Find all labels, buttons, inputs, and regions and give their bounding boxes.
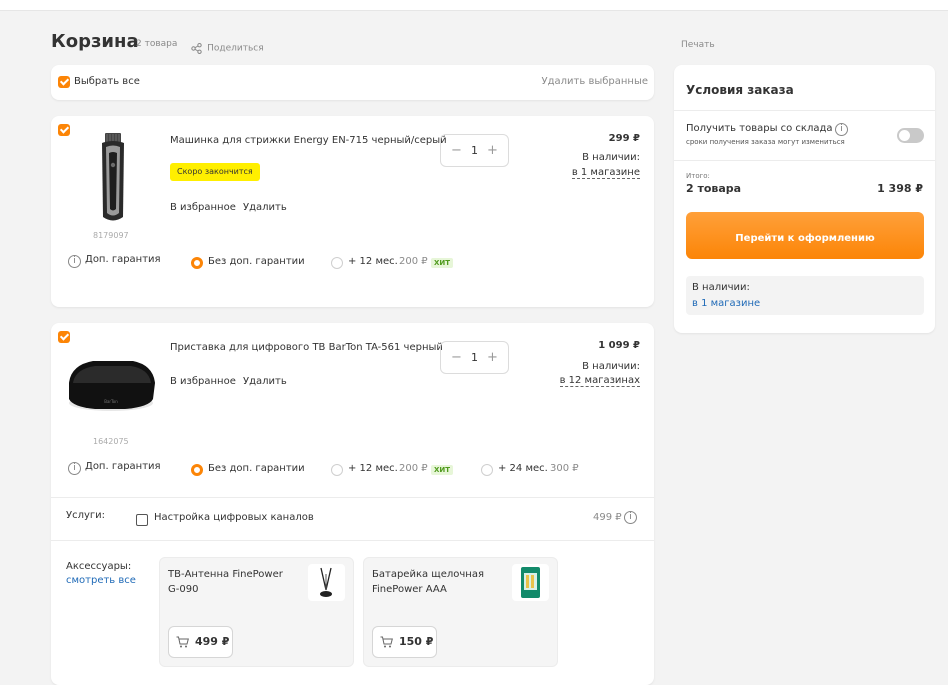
info-icon[interactable]: i bbox=[68, 462, 81, 475]
warranty-radio-none[interactable] bbox=[191, 257, 203, 269]
product-image-tv-box[interactable]: BarTon bbox=[65, 357, 157, 415]
select-all-bar: Выбрать все Удалить выбранные bbox=[51, 65, 654, 100]
accessory-price: 499 ₽ bbox=[195, 635, 230, 648]
add-accessory-to-cart-button[interactable]: 499 ₽ bbox=[168, 626, 233, 658]
item-checkbox[interactable] bbox=[58, 124, 70, 136]
stock-stores-link[interactable]: в 1 магазине bbox=[571, 167, 640, 179]
warranty-price-24: 300 ₽ bbox=[550, 463, 579, 474]
checkout-label[interactable]: Перейти к оформлению bbox=[735, 233, 874, 244]
print-link[interactable]: Печать bbox=[681, 40, 715, 50]
warehouse-label: Получить товары со склада bbox=[686, 123, 833, 134]
warranty-radio-12[interactable] bbox=[331, 257, 343, 269]
item-checkbox[interactable] bbox=[58, 331, 70, 343]
warranty-radio-none[interactable] bbox=[191, 464, 203, 476]
item-price: 299 ₽ bbox=[608, 133, 640, 144]
minus-icon[interactable]: − bbox=[451, 350, 462, 365]
add-accessory-to-cart-button[interactable]: 150 ₽ bbox=[372, 626, 437, 658]
delete-item-link[interactable]: Удалить bbox=[243, 376, 287, 387]
item-count: 2 товара bbox=[136, 39, 178, 49]
top-bar bbox=[0, 0, 948, 11]
warranty-option-24[interactable]: + 24 мес. bbox=[498, 463, 548, 474]
info-icon[interactable]: i bbox=[624, 511, 637, 524]
minus-icon[interactable]: − bbox=[451, 143, 462, 158]
warranty-option-12[interactable]: + 12 мес. bbox=[348, 256, 398, 267]
divider bbox=[51, 540, 654, 541]
hit-badge: ХИТ bbox=[431, 258, 454, 268]
product-image-clipper[interactable] bbox=[96, 131, 130, 225]
share-button[interactable]: Поделиться bbox=[191, 38, 264, 57]
stock-label: В наличии: bbox=[582, 152, 640, 163]
plus-icon[interactable]: + bbox=[487, 350, 498, 365]
info-icon[interactable]: i bbox=[68, 255, 81, 268]
accessory-image-battery[interactable] bbox=[512, 564, 549, 601]
accessory-price: 150 ₽ bbox=[399, 635, 434, 648]
divider bbox=[674, 160, 935, 161]
plus-icon[interactable]: + bbox=[487, 143, 498, 158]
warehouse-toggle[interactable] bbox=[897, 128, 924, 143]
warranty-label: Доп. гарантия bbox=[85, 461, 161, 472]
accessory-card[interactable]: ТВ-Антенна FinePower G-090 499 ₽ bbox=[159, 557, 354, 667]
warranty-label: Доп. гарантия bbox=[85, 254, 161, 265]
warranty-option-none[interactable]: Без доп. гарантии bbox=[208, 463, 305, 474]
stock-stores-link[interactable]: в 1 магазине bbox=[692, 298, 760, 309]
share-icon bbox=[191, 43, 202, 55]
page-title: Корзина bbox=[51, 31, 139, 52]
divider bbox=[51, 497, 654, 498]
warranty-option-12[interactable]: + 12 мес. bbox=[348, 463, 398, 474]
info-icon[interactable]: i bbox=[835, 123, 848, 136]
warranty-price-12: 200 ₽ bbox=[399, 256, 428, 267]
cart-icon bbox=[380, 636, 393, 648]
divider bbox=[674, 110, 935, 111]
hit-badge: ХИТ bbox=[431, 465, 454, 475]
product-name[interactable]: Машинка для стрижки Energy EN-715 черный… bbox=[170, 135, 447, 146]
warranty-option-none[interactable]: Без доп. гарантии bbox=[208, 256, 305, 267]
cart-item-clipper: 8179097 Машинка для стрижки Energy EN-71… bbox=[51, 116, 654, 307]
accessory-image-antenna[interactable] bbox=[308, 564, 345, 601]
svg-text:BarTon: BarTon bbox=[104, 399, 118, 404]
delete-selected-button[interactable]: Удалить выбранные bbox=[542, 76, 648, 87]
delete-item-link[interactable]: Удалить bbox=[243, 202, 287, 213]
share-label: Поделиться bbox=[207, 43, 264, 54]
quantity-value[interactable]: 1 bbox=[471, 144, 478, 157]
select-all-label[interactable]: Выбрать все bbox=[74, 76, 140, 87]
stock-label: В наличии: bbox=[692, 282, 750, 293]
accessory-name[interactable]: ТВ-Антенна FinePower G-090 bbox=[168, 567, 293, 597]
accessory-name[interactable]: Батарейка щелочная FinePower AAA bbox=[372, 567, 497, 597]
warranty-radio-12[interactable] bbox=[331, 464, 343, 476]
see-all-accessories-link[interactable]: смотреть все bbox=[66, 575, 136, 586]
add-to-favorites-link[interactable]: В избранное bbox=[170, 202, 236, 213]
low-stock-badge: Скоро закончится bbox=[170, 163, 260, 181]
cart-icon bbox=[176, 636, 189, 648]
stock-info-box: В наличии: в 1 магазине bbox=[686, 276, 924, 315]
quantity-stepper: − 1 + bbox=[440, 341, 509, 374]
stock-stores-link[interactable]: в 12 магазинах bbox=[559, 375, 640, 387]
accessory-card[interactable]: Батарейка щелочная FinePower AAA 150 ₽ bbox=[363, 557, 558, 667]
product-code: 8179097 bbox=[93, 231, 129, 240]
total-label: Итого: bbox=[686, 172, 710, 180]
select-all-checkbox[interactable] bbox=[58, 76, 70, 88]
stock-label: В наличии: bbox=[582, 361, 640, 372]
total-count: 2 товара bbox=[686, 182, 742, 195]
services-label: Услуги: bbox=[66, 510, 106, 521]
service-price: 499 ₽ bbox=[593, 512, 622, 523]
order-summary-panel: Условия заказа Получить товары со склада… bbox=[674, 65, 935, 333]
checkout-button[interactable]: Перейти к оформлению bbox=[686, 212, 924, 259]
service-checkbox[interactable] bbox=[136, 514, 148, 526]
product-name[interactable]: Приставка для цифрового ТВ BarTon TA-561… bbox=[170, 342, 443, 353]
warehouse-note: сроки получения заказа могут измениться bbox=[686, 138, 845, 146]
service-option-label[interactable]: Настройка цифровых каналов bbox=[154, 512, 314, 523]
warranty-radio-24[interactable] bbox=[481, 464, 493, 476]
cart-item-tv-box: BarTon 1642075 Приставка для цифрового Т… bbox=[51, 323, 654, 685]
quantity-stepper: − 1 + bbox=[440, 134, 509, 167]
product-code: 1642075 bbox=[93, 437, 129, 446]
add-to-favorites-link[interactable]: В избранное bbox=[170, 376, 236, 387]
warranty-price-12: 200 ₽ bbox=[399, 463, 428, 474]
quantity-value[interactable]: 1 bbox=[471, 351, 478, 364]
accessories-label: Аксессуары: bbox=[66, 561, 132, 572]
order-title: Условия заказа bbox=[686, 83, 794, 97]
total-price: 1 398 ₽ bbox=[877, 182, 923, 195]
item-price: 1 099 ₽ bbox=[598, 340, 640, 351]
